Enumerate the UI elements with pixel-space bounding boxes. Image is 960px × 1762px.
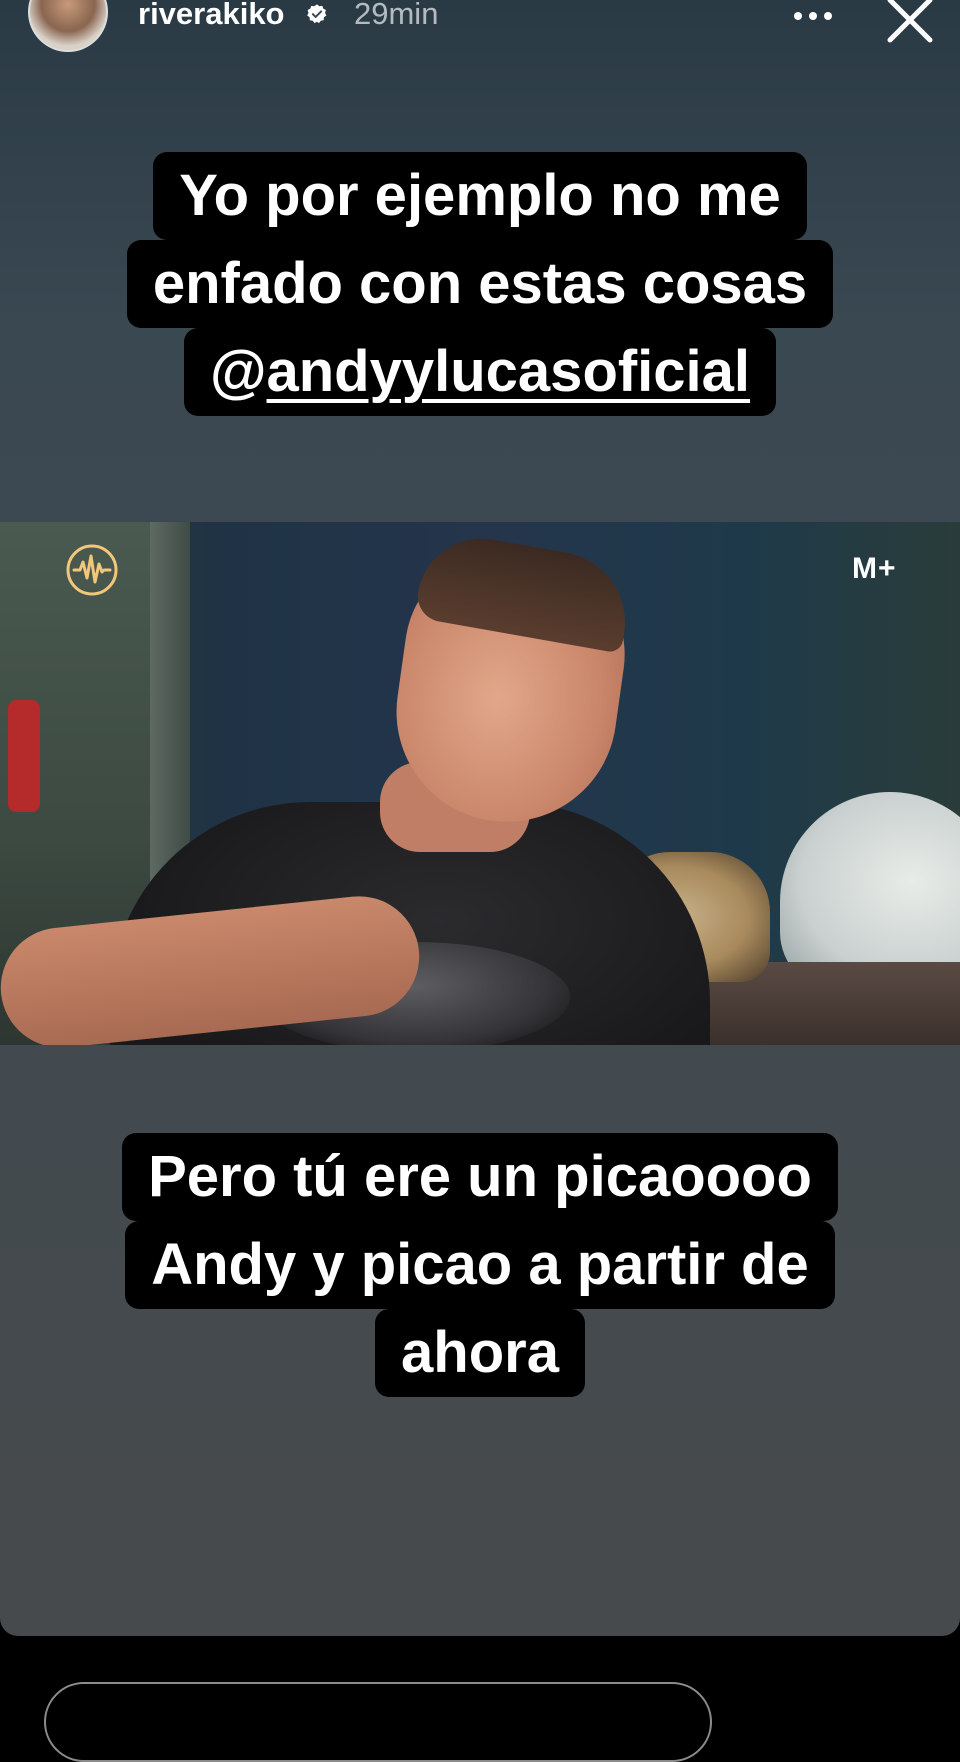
mention-link[interactable]: andyylucasoficial: [267, 339, 751, 404]
more-dots-icon: [794, 12, 832, 20]
profile-avatar[interactable]: [28, 0, 108, 52]
mention-prefix: @: [209, 339, 267, 404]
reply-input[interactable]: [44, 1682, 712, 1762]
movistar-plus-logo: M+: [852, 552, 924, 588]
username[interactable]: riverakiko: [138, 0, 285, 32]
brand-logo-text: M+: [852, 552, 897, 585]
caption-line: Andy y picao a partir de: [125, 1221, 835, 1309]
video-frame[interactable]: M+: [0, 522, 960, 1045]
post-time: 29min: [354, 0, 439, 31]
radio-wave-logo-icon: [66, 544, 118, 596]
story-header: riverakiko 29min: [0, 0, 960, 70]
story-frame[interactable]: riverakiko 29min Yo por ejemplo no me en…: [0, 0, 960, 1636]
bottom-caption: Pero tú ere un picaoooo Andy y picao a p…: [0, 1133, 960, 1397]
mention-line: @andyylucasoficial: [183, 328, 777, 416]
caption-line: Pero tú ere un picaoooo: [122, 1133, 838, 1221]
verified-badge-icon: [307, 4, 327, 24]
caption-line: Yo por ejemplo no me: [153, 152, 807, 240]
caption-line: enfado con estas cosas: [126, 240, 834, 328]
close-button[interactable]: [880, 0, 940, 50]
top-caption: Yo por ejemplo no me enfado con estas co…: [0, 152, 960, 416]
close-icon: [887, 0, 933, 43]
caption-line: ahora: [375, 1309, 585, 1397]
more-options-button[interactable]: [786, 0, 840, 36]
fire-extinguisher: [8, 700, 40, 812]
